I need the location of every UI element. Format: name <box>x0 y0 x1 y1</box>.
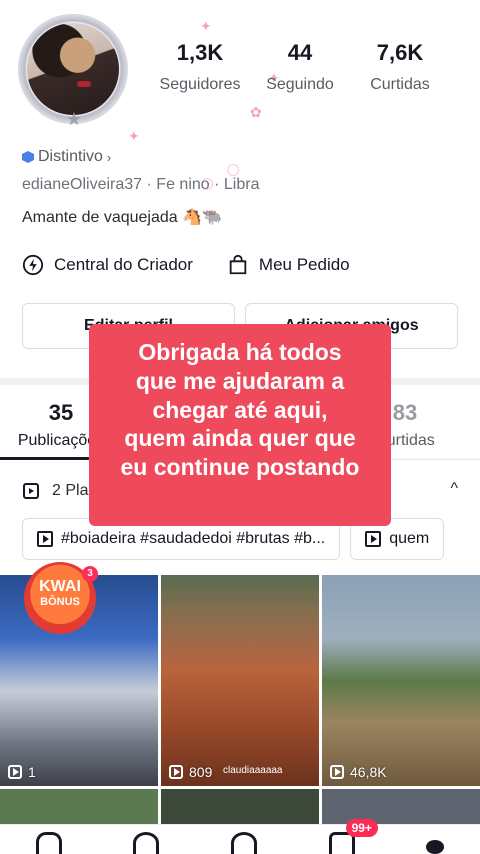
profile-icon[interactable] <box>426 840 445 854</box>
view-count: 1 <box>8 764 36 780</box>
badge-label: Distintivo <box>38 148 103 165</box>
caption-line: quem ainda quer que <box>124 425 356 452</box>
sparkle-icon: ✿ <box>250 104 262 120</box>
sparkle-icon: ✦ <box>128 128 140 144</box>
caption-line: eu continue postando <box>120 454 360 480</box>
caption-line: Obrigada há todos <box>138 339 342 365</box>
caption-overlay: Obrigada há todos que me ajudaram a cheg… <box>89 324 391 526</box>
chip-label: #boiadeira #saudadedoi #brutas #b... <box>61 530 326 547</box>
video-thumbnail[interactable]: claudiaaaaaa 809 <box>161 575 319 786</box>
stat-label: Seguidores <box>159 76 241 93</box>
avatar[interactable] <box>27 23 119 115</box>
inbox-badge: 99+ <box>345 819 378 837</box>
badge-hex-icon <box>22 151 34 163</box>
compass-icon[interactable] <box>133 832 160 854</box>
sparkle-icon: ✦ <box>200 18 212 34</box>
star-icon: ★ <box>65 109 83 129</box>
caption-line: chegar até aqui, <box>152 396 328 423</box>
distintivo-link[interactable]: Distintivo › <box>22 148 111 166</box>
stat-value: 44 <box>287 40 313 65</box>
stat-label: Seguindo <box>266 76 334 93</box>
video-thumbnail[interactable]: 46,8K <box>322 575 480 786</box>
kwai-bonus-widget[interactable]: KWAI BÔNUS 3 <box>24 562 98 634</box>
chevron-right-icon: › <box>106 149 112 165</box>
stat-value: 1,3K <box>176 40 224 65</box>
lightning-icon <box>22 254 44 276</box>
view-count: 809 <box>169 764 212 780</box>
stat-followers[interactable]: 1,3K Seguidores <box>150 40 250 94</box>
profile-bio: Amante de vaquejada 🐴🐃 <box>22 209 222 226</box>
video-overlay-text: claudiaaaaaa <box>223 765 283 776</box>
playlist-icon <box>23 483 39 499</box>
inbox-icon[interactable]: 99+ <box>328 819 378 854</box>
chevron-up-icon[interactable]: ^ <box>450 480 458 498</box>
create-icon[interactable] <box>230 832 257 854</box>
chip-label: quem <box>389 530 430 547</box>
profile-stats: 1,3K Seguidores 44 Seguindo 7,6K Curtida… <box>150 40 450 94</box>
bottom-nav: 99+ <box>0 819 480 854</box>
profile-avatar-frame[interactable]: ★ <box>18 14 128 128</box>
home-icon[interactable] <box>35 832 62 854</box>
play-icon <box>330 765 344 779</box>
my-order-label: Meu Pedido <box>258 255 350 274</box>
video-thumbnail[interactable] <box>0 789 158 829</box>
my-order-link[interactable]: Meu Pedido <box>227 254 350 276</box>
creator-center-link[interactable]: Central do Criador <box>22 254 193 276</box>
view-count-value: 46,8K <box>350 764 387 780</box>
play-icon <box>169 765 183 779</box>
shopping-bag-icon <box>229 254 247 275</box>
quick-links: Central do Criador Meu Pedido <box>22 254 350 276</box>
video-thumbnail[interactable] <box>322 789 480 829</box>
view-count-value: 809 <box>189 764 213 780</box>
playlist-label: 2 Pla <box>52 482 89 499</box>
kwai-subtitle: BÔNUS <box>40 596 80 608</box>
stat-value: 7,6K <box>376 40 424 65</box>
creator-center-label: Central do Criador <box>54 255 193 274</box>
profile-meta: edianeOliveira37 · Fe nino · Libra <box>22 176 260 193</box>
video-thumbnail[interactable] <box>161 789 319 829</box>
play-icon <box>8 765 22 779</box>
playlist-icon <box>365 531 382 547</box>
kwai-count-badge: 3 <box>82 566 98 582</box>
view-count: 46,8K <box>330 764 387 780</box>
playlist-icon <box>37 531 53 547</box>
view-count-value: 1 <box>28 764 36 780</box>
stat-following[interactable]: 44 Seguindo <box>250 40 350 94</box>
avatar-detail <box>77 81 91 87</box>
caption-line: que me ajudaram a <box>135 367 345 394</box>
stat-likes[interactable]: 7,6K Curtidas <box>350 40 450 94</box>
stat-label: Curtidas <box>370 76 430 93</box>
